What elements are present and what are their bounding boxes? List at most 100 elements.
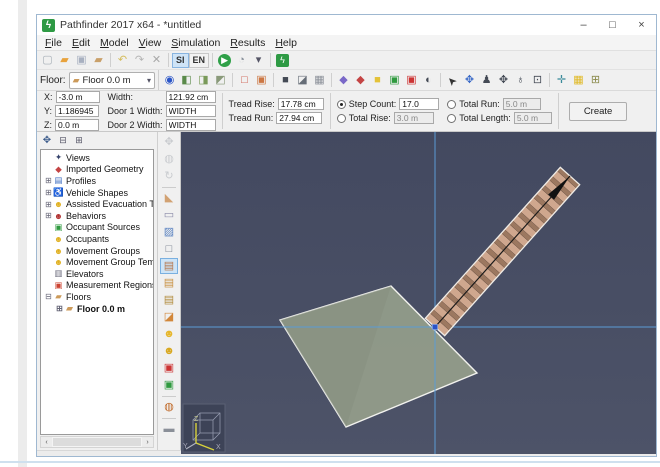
run-dropdown-icon[interactable]: ▾ xyxy=(250,52,267,68)
results-angle-icon[interactable]: ◔ xyxy=(233,52,250,68)
reset-view-icon[interactable]: ◉ xyxy=(161,72,178,88)
z-input[interactable] xyxy=(55,119,99,131)
tree-item-elevators[interactable]: ▥Elevators xyxy=(41,268,153,280)
scroll-thumb[interactable] xyxy=(53,438,141,446)
select-tool-icon[interactable]: ➤ xyxy=(444,72,461,88)
total-run-radio[interactable] xyxy=(447,100,456,109)
door2-width-input[interactable] xyxy=(166,119,216,131)
tree-item-profiles[interactable]: ⊞▤Profiles xyxy=(41,175,153,187)
snap-axis-icon[interactable]: ✛ xyxy=(553,72,570,88)
tree-expander-icon[interactable]: ⊞ xyxy=(44,176,53,185)
import-model-icon[interactable]: ▰ xyxy=(90,52,107,68)
menu-edit[interactable]: Edit xyxy=(67,37,95,49)
close-button[interactable]: × xyxy=(627,15,656,35)
solid-wire-mode-icon[interactable]: ▣ xyxy=(253,72,270,88)
show-geometry-icon[interactable]: ◆ xyxy=(352,72,369,88)
en-units-button[interactable]: EN xyxy=(189,53,210,68)
tree-item-movement-group-templates[interactable]: ☻Movement Group Templates xyxy=(41,256,153,268)
menu-simulation[interactable]: Simulation xyxy=(166,37,225,49)
menu-file[interactable]: File xyxy=(40,37,67,49)
wireframe-mode-icon[interactable]: □ xyxy=(236,72,253,88)
measure-tool[interactable]: ▬ xyxy=(160,421,178,437)
width-input[interactable] xyxy=(166,91,216,103)
stairs-tool[interactable]: ▤ xyxy=(160,258,178,274)
tree-expander-icon[interactable]: ⊞ xyxy=(44,211,53,220)
show-occupants-icon[interactable]: ■ xyxy=(369,72,386,88)
total-rise-radio[interactable] xyxy=(337,114,346,123)
si-units-button[interactable]: SI xyxy=(172,53,189,68)
rectangle-room-tool[interactable]: ▭ xyxy=(160,207,178,223)
view-front-icon[interactable]: ◨ xyxy=(195,72,212,88)
x-input[interactable] xyxy=(56,91,100,103)
door1-width-input[interactable] xyxy=(166,105,216,117)
tree-item-behaviors[interactable]: ⊞☻Behaviors xyxy=(41,210,153,222)
imported-geometry-tool[interactable]: ◍ xyxy=(160,399,178,415)
occupant-group-tool[interactable]: ☻ xyxy=(160,343,178,359)
collapse-all-button[interactable]: ⊟ xyxy=(56,134,70,148)
tour-camera-icon[interactable]: ◐ xyxy=(420,72,437,88)
rotate-object-tool[interactable]: ↻ xyxy=(160,168,178,184)
orbit-object-tool[interactable]: ◍ xyxy=(160,151,178,167)
dark-cube-icon[interactable]: ■ xyxy=(277,72,294,88)
3d-viewport[interactable]: Z Y X xyxy=(181,132,656,450)
occupant-source-tool[interactable]: ▣ xyxy=(160,377,178,393)
y-input[interactable] xyxy=(55,105,99,117)
bw-cube-icon[interactable]: ◪ xyxy=(294,72,311,88)
show-navmesh-icon[interactable]: ◆ xyxy=(335,72,352,88)
tree-item-assisted-evacuation-teams[interactable]: ⊞☻Assisted Evacuation Teams xyxy=(41,198,153,210)
step-count-input[interactable] xyxy=(399,98,439,110)
tread-rise-input[interactable] xyxy=(278,98,324,110)
occupant-tool[interactable]: ☻ xyxy=(160,326,178,342)
menu-view[interactable]: View xyxy=(134,37,167,49)
scroll-right-button[interactable]: › xyxy=(142,437,153,447)
tree-expander-icon[interactable]: ⊟ xyxy=(44,292,53,301)
pan-tool-icon[interactable]: ✥ xyxy=(495,72,512,88)
ramp-tool[interactable]: ◪ xyxy=(160,309,178,325)
show-sources-icon[interactable]: ▣ xyxy=(386,72,403,88)
tree-item-floor-0-0-m[interactable]: ⊞▰Floor 0.0 m xyxy=(41,303,153,315)
tree-item-vehicle-shapes[interactable]: ⊞♿Vehicle Shapes xyxy=(41,187,153,199)
maximize-button[interactable]: □ xyxy=(598,15,627,35)
tread-run-input[interactable] xyxy=(276,112,322,124)
tree-item-movement-groups[interactable]: ☻Movement Groups xyxy=(41,245,153,257)
polygon-room-tool[interactable]: ◣ xyxy=(160,190,178,206)
total-length-radio[interactable] xyxy=(447,114,456,123)
expand-all-button[interactable]: ⊞ xyxy=(72,134,86,148)
measurement-region-tool[interactable]: ▣ xyxy=(160,360,178,376)
undo-icon[interactable]: ↶ xyxy=(114,52,131,68)
zoom-box-tool-icon[interactable]: ⊡ xyxy=(529,72,546,88)
viewport-canvas[interactable]: Z Y X xyxy=(181,132,656,454)
create-button[interactable]: Create xyxy=(569,102,628,121)
grid-snap-icon[interactable]: ▦ xyxy=(570,72,587,88)
tree-expander-icon[interactable]: ⊞ xyxy=(44,188,53,197)
step-count-radio[interactable] xyxy=(337,100,346,109)
tree-expander-icon[interactable]: ⊞ xyxy=(55,304,64,313)
tree-expander-icon[interactable]: ⊞ xyxy=(44,200,53,209)
minimize-button[interactable]: – xyxy=(569,15,598,35)
view-side-icon[interactable]: ◩ xyxy=(212,72,229,88)
tree-horizontal-scrollbar[interactable]: ‹ › xyxy=(40,436,154,448)
gray-cube-icon[interactable]: ▦ xyxy=(311,72,328,88)
navigate-view-icon[interactable]: ✥ xyxy=(40,134,54,148)
delete-icon[interactable]: ✕ xyxy=(148,52,165,68)
orientation-gizmo[interactable]: Z Y X xyxy=(183,404,225,452)
new-file-icon[interactable]: ▢ xyxy=(39,52,56,68)
orbit-tool-icon[interactable]: ✥ xyxy=(461,72,478,88)
show-regions-icon[interactable]: ▣ xyxy=(403,72,420,88)
run-simulation-icon[interactable]: ▶ xyxy=(216,52,233,68)
obstruction-tool[interactable]: □ xyxy=(160,241,178,257)
escalator-tool[interactable]: ▤ xyxy=(160,292,178,308)
tree-item-occupants[interactable]: ☻Occupants xyxy=(41,233,153,245)
zoom-tool-icon[interactable]: ♁ xyxy=(512,72,529,88)
pathfinder-logo-icon[interactable]: ϟ xyxy=(274,52,291,68)
landing-tool[interactable]: ▤ xyxy=(160,275,178,291)
view-top-icon[interactable]: ◧ xyxy=(178,72,195,88)
tree-item-measurement-regions[interactable]: ▣Measurement Regions xyxy=(41,280,153,292)
open-folder-icon[interactable]: ▰ xyxy=(56,52,73,68)
scroll-left-button[interactable]: ‹ xyxy=(41,437,52,447)
tree-item-views[interactable]: ✦Views xyxy=(41,152,153,164)
walk-tool-icon[interactable]: ♟ xyxy=(478,72,495,88)
slab-tool[interactable]: ▨ xyxy=(160,224,178,240)
menu-help[interactable]: Help xyxy=(270,37,302,49)
redo-icon[interactable]: ↷ xyxy=(131,52,148,68)
